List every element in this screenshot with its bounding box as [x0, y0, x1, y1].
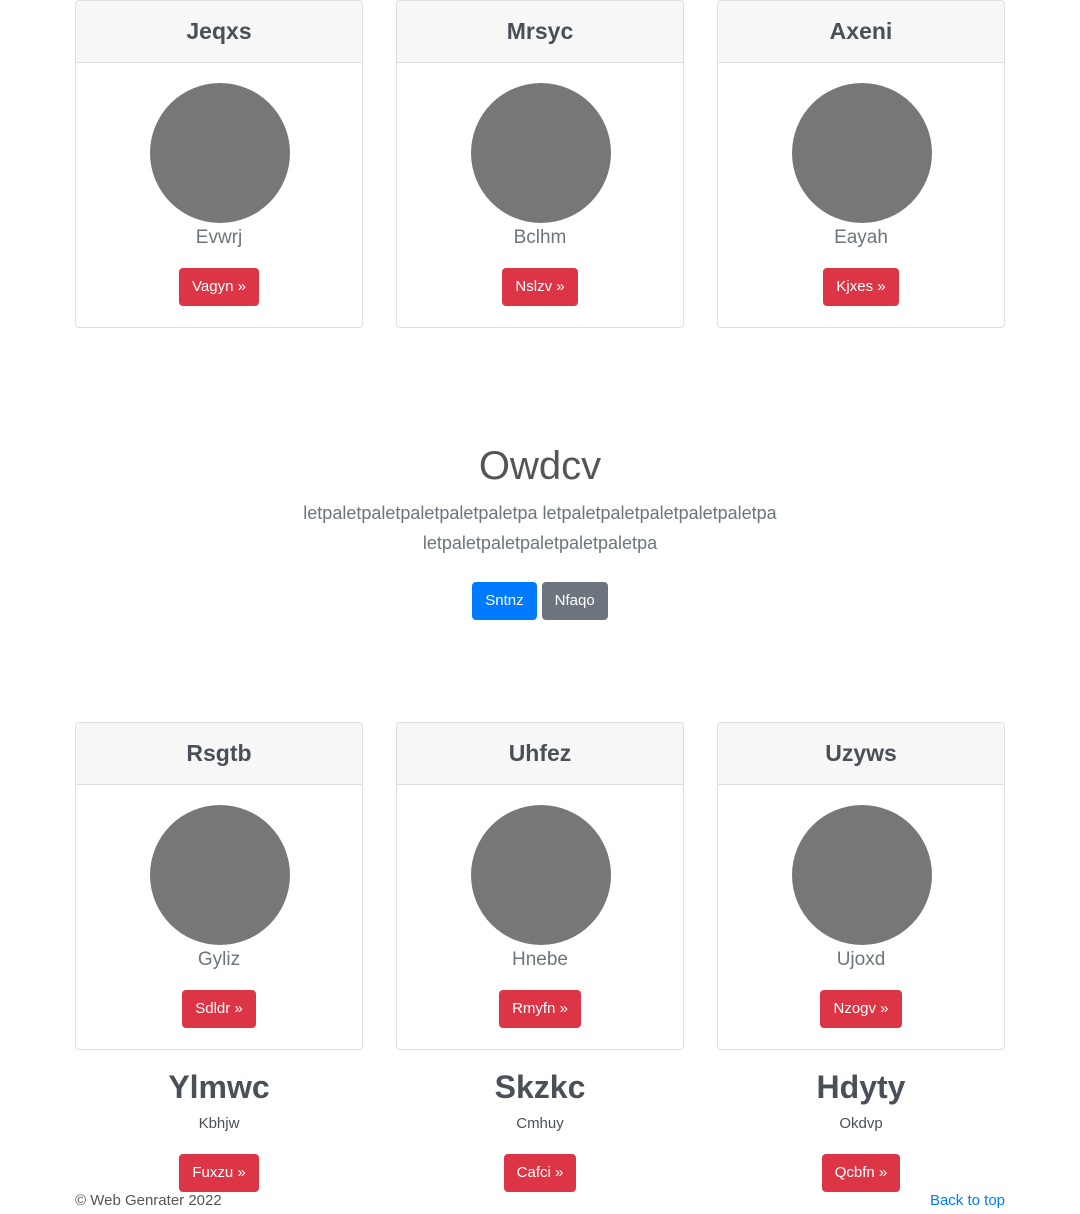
- back-to-top-link[interactable]: Back to top: [930, 1192, 1005, 1209]
- card-body: Eayah Kjxes »: [718, 63, 1004, 327]
- page: Jeqxs Evwrj Vagyn » Mrsyc Bclhm Nslzv » …: [0, 0, 1080, 1214]
- card-title: Rsgtb: [76, 723, 362, 785]
- card-button-wrap: Rmyfn »: [397, 990, 683, 1028]
- card-body: Evwrj Vagyn »: [76, 63, 362, 327]
- hero-title: Owdcv: [478, 444, 602, 488]
- card-action-button[interactable]: Nslzv »: [502, 268, 578, 306]
- feature-button-wrap: Qcbfn »: [717, 1154, 1005, 1192]
- hero-section: Owdcv letpaletpaletpaletpaletpaletpa let…: [0, 440, 1080, 620]
- profile-card: Axeni Eayah Kjxes »: [717, 0, 1005, 328]
- top-card-row: Jeqxs Evwrj Vagyn » Mrsyc Bclhm Nslzv » …: [75, 0, 1005, 328]
- feature-subtitle: Cmhuy: [516, 1115, 564, 1132]
- card-button-wrap: Kjxes »: [718, 268, 1004, 306]
- footer-copyright: © Web Genrater 2022: [75, 1192, 222, 1209]
- card-subtitle: Eayah: [834, 227, 888, 248]
- avatar-placeholder: [792, 805, 932, 945]
- card-button-wrap: Sdldr »: [76, 990, 362, 1028]
- card-button-wrap: Nslzv »: [397, 268, 683, 306]
- hero-primary-button[interactable]: Sntnz: [472, 582, 537, 620]
- card-action-button[interactable]: Rmyfn »: [499, 990, 581, 1028]
- card-action-button[interactable]: Vagyn »: [179, 268, 259, 306]
- card-body: Gyliz Sdldr »: [76, 785, 362, 1049]
- profile-card: Uzyws Ujoxd Nzogv »: [717, 722, 1005, 1050]
- avatar-placeholder: [150, 83, 290, 223]
- card-action-button[interactable]: Kjxes »: [823, 268, 899, 306]
- card-body: Bclhm Nslzv »: [397, 63, 683, 327]
- feature-row: Ylmwc Kbhjw Fuxzu » Skzkc Cmhuy Cafci » …: [75, 1066, 1005, 1192]
- card-subtitle: Gyliz: [197, 949, 241, 970]
- card-title: Axeni: [718, 1, 1004, 63]
- card-subtitle: Evwrj: [195, 227, 243, 248]
- avatar-placeholder: [150, 805, 290, 945]
- bottom-card-row: Rsgtb Gyliz Sdldr » Uhfez Hnebe Rmyfn » …: [75, 722, 1005, 1050]
- feature-subtitle: Okdvp: [839, 1115, 883, 1132]
- feature-action-button[interactable]: Qcbfn »: [821, 1154, 901, 1192]
- feature-button-wrap: Cafci »: [396, 1154, 684, 1192]
- card-title: Uzyws: [718, 723, 1004, 785]
- profile-card: Jeqxs Evwrj Vagyn »: [75, 0, 363, 328]
- feature-item: Hdyty Okdvp Qcbfn »: [717, 1066, 1005, 1192]
- card-subtitle: Hnebe: [512, 949, 568, 970]
- card-title: Jeqxs: [76, 1, 362, 63]
- card-subtitle: Bclhm: [513, 227, 567, 248]
- card-title: Uhfez: [397, 723, 683, 785]
- avatar-placeholder: [792, 83, 932, 223]
- card-action-button[interactable]: Sdldr »: [182, 990, 256, 1028]
- card-action-button[interactable]: Nzogv »: [820, 990, 902, 1028]
- card-body: Hnebe Rmyfn »: [397, 785, 683, 1049]
- feature-item: Ylmwc Kbhjw Fuxzu »: [75, 1066, 363, 1192]
- feature-subtitle: Kbhjw: [198, 1115, 240, 1132]
- feature-item: Skzkc Cmhuy Cafci »: [396, 1066, 684, 1192]
- feature-button-wrap: Fuxzu »: [75, 1154, 363, 1192]
- profile-card: Rsgtb Gyliz Sdldr »: [75, 722, 363, 1050]
- feature-title: Skzkc: [494, 1069, 586, 1105]
- card-button-wrap: Nzogv »: [718, 990, 1004, 1028]
- card-body: Ujoxd Nzogv »: [718, 785, 1004, 1049]
- profile-card: Uhfez Hnebe Rmyfn »: [396, 722, 684, 1050]
- card-subtitle: Ujoxd: [836, 949, 886, 970]
- feature-action-button[interactable]: Cafci »: [503, 1154, 577, 1192]
- hero-buttons: Sntnz Nfaqo: [0, 582, 1080, 620]
- avatar-placeholder: [471, 83, 611, 223]
- feature-action-button[interactable]: Fuxzu »: [179, 1154, 259, 1192]
- hero-text: letpaletpaletpaletpaletpaletpa letpaletp…: [303, 503, 777, 553]
- avatar-placeholder: [471, 805, 611, 945]
- hero-secondary-button[interactable]: Nfaqo: [541, 582, 608, 620]
- card-title: Mrsyc: [397, 1, 683, 63]
- card-button-wrap: Vagyn »: [76, 268, 362, 306]
- feature-title: Hdyty: [816, 1069, 906, 1105]
- feature-title: Ylmwc: [168, 1069, 270, 1105]
- profile-card: Mrsyc Bclhm Nslzv »: [396, 0, 684, 328]
